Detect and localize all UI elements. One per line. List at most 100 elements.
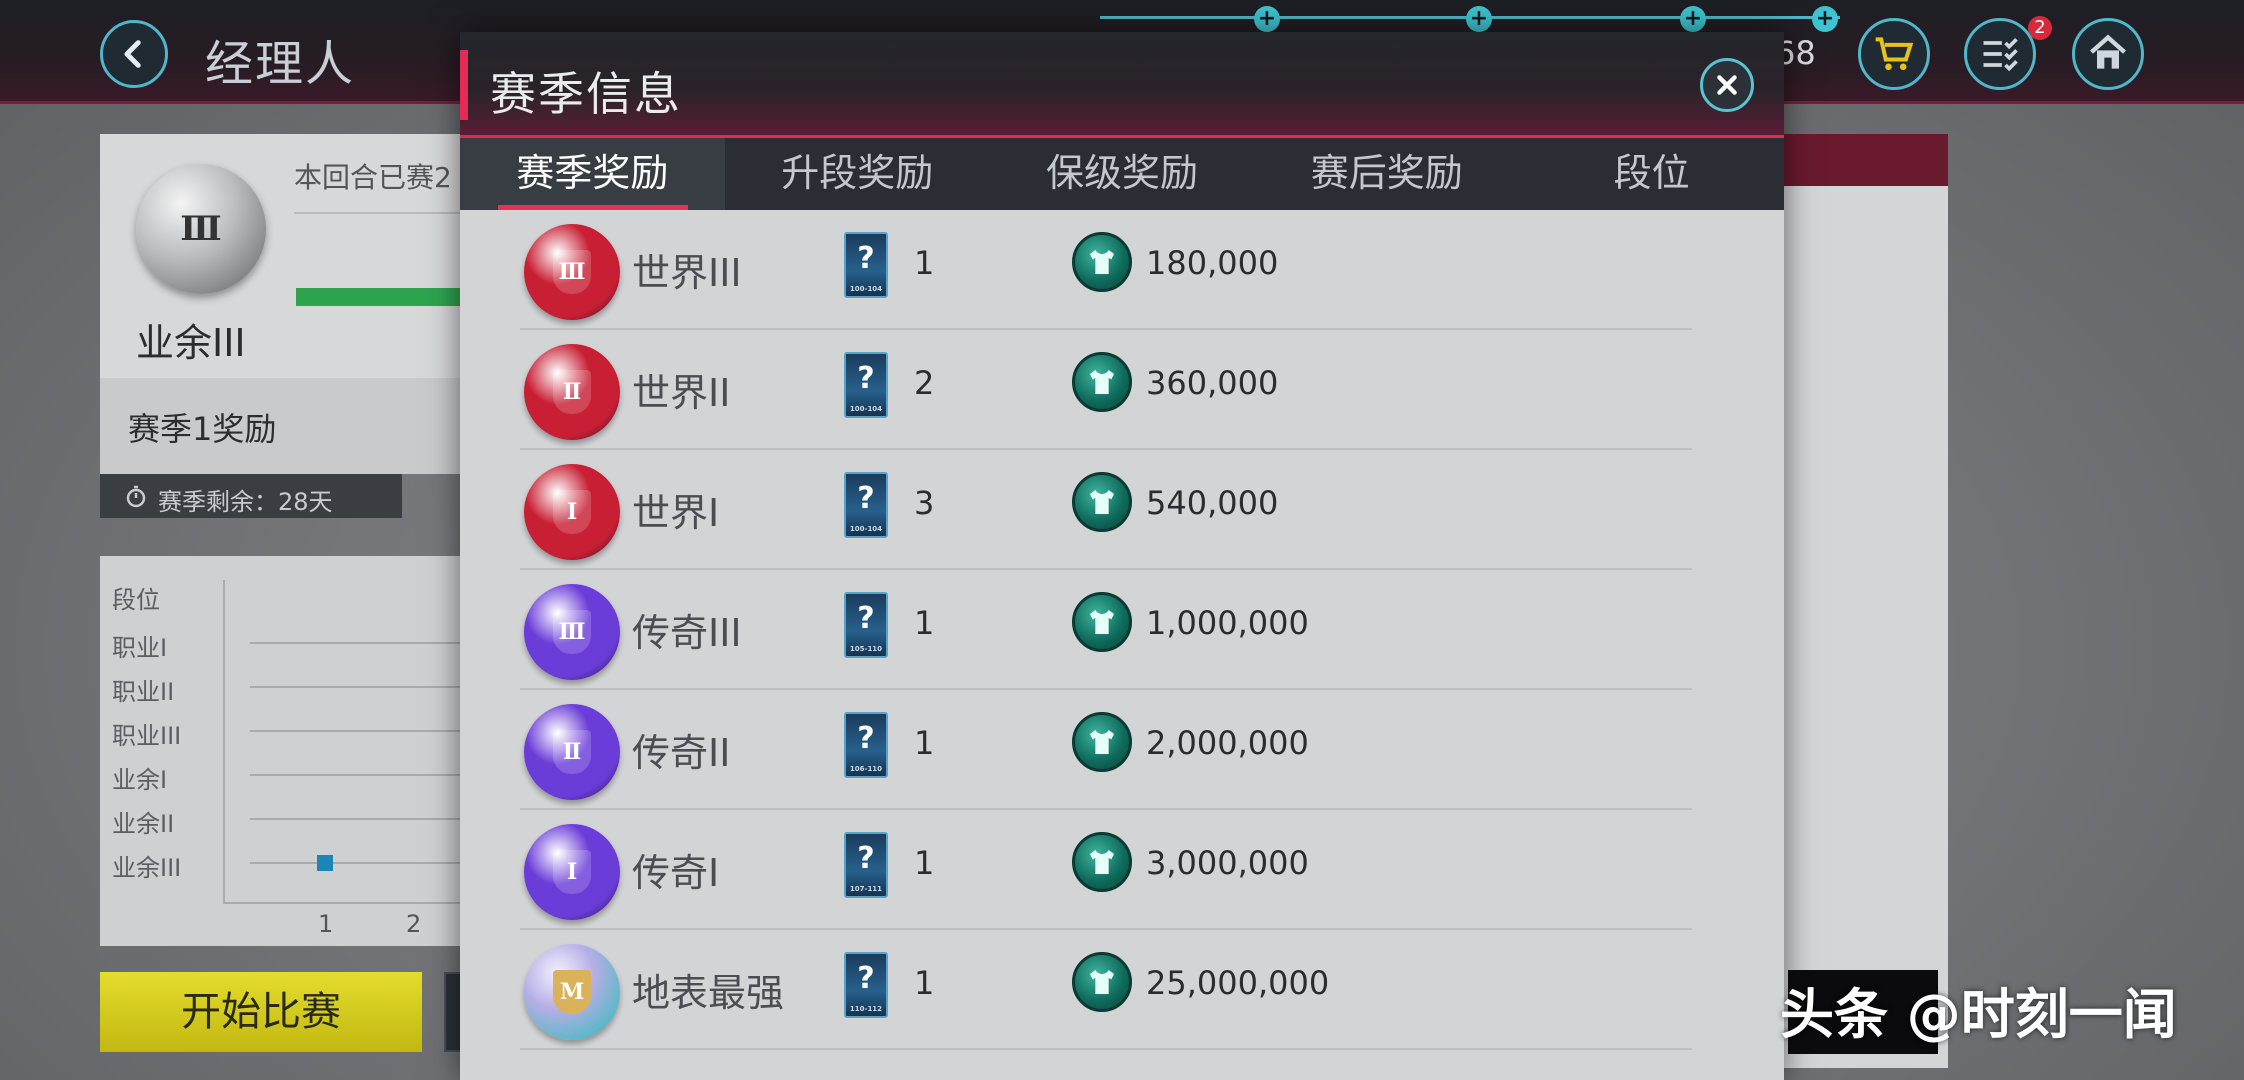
home-button[interactable] bbox=[2072, 18, 2144, 90]
jersey-icon bbox=[1090, 970, 1114, 994]
tab-rank[interactable]: 段位 bbox=[1519, 138, 1784, 210]
coin-amount: 540,000 bbox=[1146, 484, 1279, 522]
rank-name: 业余III bbox=[136, 321, 246, 365]
chart-point bbox=[317, 855, 333, 871]
card-range: 106-110 bbox=[849, 765, 883, 773]
round-status: 本回合已赛2 bbox=[294, 161, 452, 194]
jersey-icon bbox=[1090, 610, 1114, 634]
player-card-icon: ? 107-111 bbox=[844, 832, 888, 898]
tab-label: 保级奖励 bbox=[1045, 151, 1198, 195]
tier-ball-icon: Ⅱ bbox=[524, 704, 620, 800]
divider bbox=[294, 212, 464, 214]
reward-row: M 地表最强 ? 110-112 1 25,000,000 bbox=[460, 930, 1784, 1050]
coin-amount: 2,000,000 bbox=[1146, 724, 1309, 762]
tier-name: 传奇III bbox=[632, 611, 742, 655]
add-currency-button[interactable]: + bbox=[1254, 6, 1280, 32]
tier-numeral: Ⅲ bbox=[558, 259, 586, 285]
back-button[interactable] bbox=[100, 20, 168, 88]
page-title: 经理人 bbox=[205, 36, 356, 92]
chart-gridline bbox=[250, 686, 490, 688]
modal-title: 赛季信息 bbox=[490, 67, 682, 121]
reward-row: Ⅱ 传奇II ? 106-110 1 2,000,000 bbox=[460, 690, 1784, 810]
card-count: 1 bbox=[914, 604, 935, 642]
coin-icon bbox=[1072, 472, 1132, 532]
tier-name: 世界I bbox=[632, 491, 720, 535]
player-card-icon: ? 110-112 bbox=[844, 952, 888, 1018]
coin-icon bbox=[1072, 352, 1132, 412]
tab-label: 赛季奖励 bbox=[516, 151, 669, 195]
add-currency-button[interactable]: + bbox=[1680, 6, 1706, 32]
close-button[interactable] bbox=[1700, 58, 1754, 112]
tab-label: 升段奖励 bbox=[781, 151, 934, 195]
tab-post-match-reward[interactable]: 赛后奖励 bbox=[1254, 138, 1519, 210]
watermark: 头条 @时刻一闻 bbox=[1780, 983, 2177, 1046]
card-count: 2 bbox=[914, 364, 935, 402]
tier-name: 世界III bbox=[632, 251, 742, 295]
chart-level-label: 职业III bbox=[112, 722, 182, 750]
tier-ball-icon: Ⅱ bbox=[524, 344, 620, 440]
player-card-icon: ? 106-110 bbox=[844, 712, 888, 778]
season-info-modal: 赛季信息 赛季奖励 升段奖励 保级奖励 赛后奖励 段位 Ⅲ 世界III ? 100-1… bbox=[460, 32, 1784, 1080]
progress-bar bbox=[296, 288, 466, 306]
add-currency-button[interactable]: + bbox=[1812, 6, 1838, 32]
reward-row: Ⅱ 世界II ? 100-104 2 360,000 bbox=[460, 330, 1784, 450]
player-card-icon: ? 105-110 bbox=[844, 592, 888, 658]
card-range: 100-104 bbox=[849, 405, 883, 413]
coin-icon bbox=[1072, 712, 1132, 772]
chevron-left-icon bbox=[124, 40, 141, 68]
card-count: 1 bbox=[914, 244, 935, 282]
chart-gridline bbox=[250, 774, 490, 776]
tier-name: 地表最强 bbox=[632, 971, 785, 1015]
checklist-icon bbox=[1983, 38, 2018, 72]
chart-x-label: 2 bbox=[406, 910, 422, 938]
chart-gridline bbox=[250, 862, 490, 864]
reward-list: Ⅲ 世界III ? 100-104 1 180,000 Ⅱ 世界II ? 100-104 2 360,… bbox=[460, 210, 1784, 1050]
card-range: 100-104 bbox=[849, 525, 883, 533]
tier-ball-icon: Ⅲ bbox=[524, 584, 620, 680]
tier-numeral: Ⅱ bbox=[562, 379, 582, 405]
coin-amount: 1,000,000 bbox=[1146, 604, 1309, 642]
player-card-icon: ? 100-104 bbox=[844, 472, 888, 538]
tier-emblem: Ⅲ bbox=[553, 610, 591, 654]
tab-label: 段位 bbox=[1613, 151, 1690, 195]
tier-ball-icon: Ⅲ bbox=[524, 224, 620, 320]
card-range: 107-111 bbox=[849, 885, 883, 893]
chart-gridline bbox=[250, 818, 490, 820]
jersey-icon bbox=[1090, 850, 1114, 874]
tab-promotion-reward[interactable]: 升段奖励 bbox=[725, 138, 990, 210]
tab-season-reward[interactable]: 赛季奖励 bbox=[460, 138, 725, 210]
chart-level-label: 职业I bbox=[112, 634, 168, 662]
tier-emblem: Ⅰ bbox=[553, 490, 591, 534]
coin-icon bbox=[1072, 592, 1132, 652]
tier-emblem: M bbox=[553, 970, 591, 1014]
start-match-button[interactable]: 开始比赛 bbox=[100, 972, 422, 1052]
reward-row: Ⅰ 传奇I ? 107-111 1 3,000,000 bbox=[460, 810, 1784, 930]
chart-x-axis bbox=[223, 902, 490, 904]
chart-y-axis bbox=[223, 580, 225, 902]
player-card-icon: ? 100-104 bbox=[844, 232, 888, 298]
card-range: 110-112 bbox=[849, 1005, 883, 1013]
reward-row: Ⅲ 传奇III ? 105-110 1 1,000,000 bbox=[460, 570, 1784, 690]
chart-gridline bbox=[250, 642, 490, 644]
jersey-icon bbox=[1090, 370, 1114, 394]
cart-icon bbox=[1875, 37, 1914, 71]
chart-axis-title: 段位 bbox=[112, 586, 160, 614]
coin-icon bbox=[1072, 232, 1132, 292]
tier-emblem: Ⅲ bbox=[553, 250, 591, 294]
tier-numeral: Ⅱ bbox=[562, 739, 582, 765]
chart-level-label: 业余I bbox=[112, 766, 168, 794]
card-count: 1 bbox=[914, 964, 935, 1002]
coin-amount: 360,000 bbox=[1146, 364, 1279, 402]
tier-name: 世界II bbox=[632, 371, 731, 415]
tier-ball-icon: Ⅰ bbox=[524, 824, 620, 920]
shop-button[interactable] bbox=[1858, 18, 1930, 90]
notification-badge: 2 bbox=[2028, 16, 2052, 40]
add-currency-button[interactable]: + bbox=[1466, 6, 1492, 32]
tab-relegation-reward[interactable]: 保级奖励 bbox=[990, 138, 1255, 210]
tasks-button[interactable] bbox=[1964, 18, 2036, 90]
card-range: 100-104 bbox=[849, 285, 883, 293]
reward-row: Ⅲ 世界III ? 100-104 1 180,000 bbox=[460, 210, 1784, 330]
chart-x-label: 1 bbox=[318, 910, 334, 938]
tier-emblem: Ⅰ bbox=[553, 850, 591, 894]
tier-ball-icon: M bbox=[524, 944, 620, 1040]
